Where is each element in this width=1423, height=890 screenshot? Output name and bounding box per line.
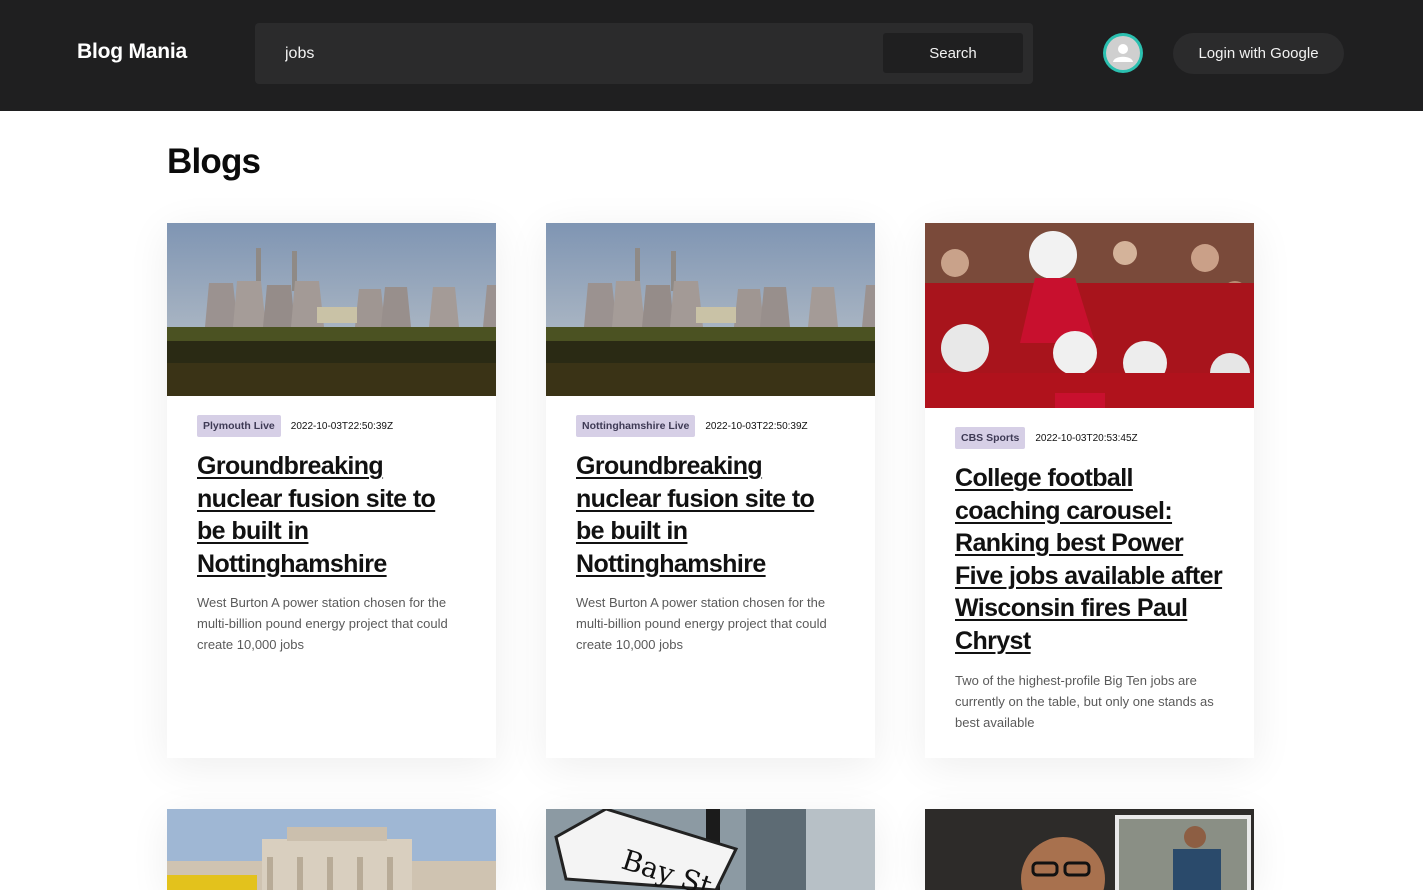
portrait-photo-image[interactable] — [925, 809, 1254, 890]
login-with-google-button[interactable]: Login with Google — [1173, 33, 1344, 74]
source-badge: CBS Sports — [955, 427, 1026, 449]
publish-date: 2022-10-03T22:50:39Z — [290, 420, 394, 432]
blog-title-link[interactable]: Groundbreaking nuclear fusion site to be… — [197, 450, 466, 580]
search-input[interactable] — [273, 37, 873, 71]
government-building-image[interactable] — [167, 809, 496, 890]
user-icon — [1106, 36, 1140, 70]
search-bar: Search — [255, 23, 1033, 84]
power-station-image[interactable] — [167, 223, 496, 396]
blog-card: Nottinghamshire Live 2022-10-03T22:50:39… — [546, 223, 875, 758]
page-title: Blogs — [167, 142, 261, 181]
brand-logo[interactable]: Blog Mania — [77, 40, 187, 64]
publish-date: 2022-10-03T20:53:45Z — [1035, 432, 1138, 444]
blog-description: West Burton A power station chosen for t… — [197, 595, 448, 652]
blog-title-link[interactable]: College football coaching carousel: Rank… — [955, 462, 1224, 657]
football-players-image[interactable] — [925, 223, 1254, 408]
bay-st-sign-image[interactable]: Bay St — [546, 809, 875, 890]
blog-card — [925, 809, 1254, 890]
blog-card: CBS Sports 2022-10-03T20:53:45Z College … — [925, 223, 1254, 758]
blog-title-link[interactable]: Groundbreaking nuclear fusion site to be… — [576, 450, 845, 580]
publish-date: 2022-10-03T22:50:39Z — [705, 420, 808, 432]
avatar[interactable] — [1103, 33, 1143, 73]
blog-description: Two of the highest-profile Big Ten jobs … — [955, 673, 1214, 730]
source-badge: Plymouth Live — [197, 415, 281, 437]
top-navbar: Blog Mania Search Login with Google — [0, 0, 1423, 111]
power-station-image[interactable] — [546, 223, 875, 396]
blog-card — [167, 809, 496, 890]
search-button[interactable]: Search — [883, 33, 1023, 73]
blog-card: Plymouth Live 2022-10-03T22:50:39Z Groun… — [167, 223, 496, 758]
blog-description: West Burton A power station chosen for t… — [576, 595, 827, 652]
source-badge: Nottinghamshire Live — [576, 415, 696, 437]
blog-card: Bay St — [546, 809, 875, 890]
